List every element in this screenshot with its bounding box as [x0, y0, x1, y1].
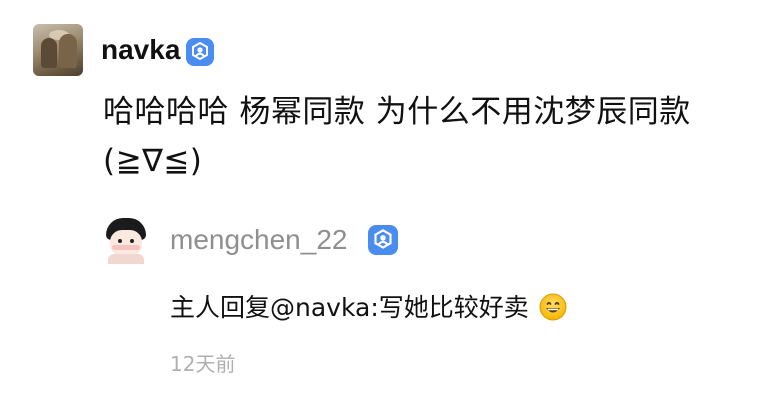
avatar-photo-detail — [59, 34, 77, 68]
reply-timestamp: 12天前 — [170, 352, 236, 376]
comment-text: 哈哈哈哈 杨幂同款 为什么不用沈梦辰同款(≧∇≦) — [103, 94, 691, 179]
avatar-drawing-detail — [130, 239, 134, 243]
avatar-drawing-detail — [118, 239, 122, 243]
comment-card: navka 哈哈哈哈 杨幂同款 为什么不用沈梦辰同款(≧∇≦) mengchen… — [0, 0, 770, 411]
avatar-drawing-detail — [110, 230, 142, 256]
avatar-drawing-detail — [112, 245, 140, 250]
comment-username[interactable]: navka — [101, 32, 180, 68]
reply-username[interactable]: mengchen_22 — [170, 222, 347, 258]
avatar-photo-detail — [41, 38, 57, 68]
reply-text-content: 主人回复@navka:写她比较好卖 — [170, 293, 529, 322]
verified-badge-icon — [368, 225, 398, 255]
grinning-face-icon — [539, 293, 567, 321]
avatar-drawing-detail — [108, 254, 144, 264]
avatar[interactable] — [33, 24, 83, 76]
reply-avatar[interactable] — [100, 212, 152, 264]
reply-text: 主人回复@navka:写她比较好卖 — [170, 288, 567, 328]
verified-badge-icon — [186, 38, 214, 66]
